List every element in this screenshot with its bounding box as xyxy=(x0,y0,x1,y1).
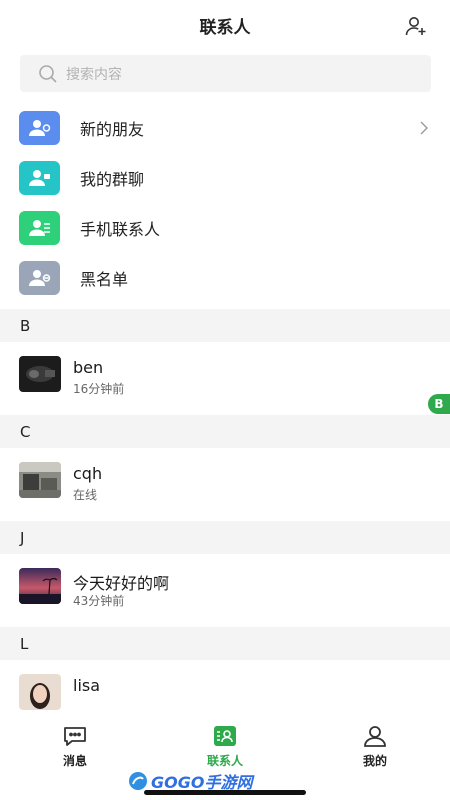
message-icon xyxy=(64,727,86,746)
search-input[interactable]: 搜索内容 xyxy=(20,55,431,92)
group-chat-icon xyxy=(19,161,60,195)
contact-name: 今天好好的啊 xyxy=(73,574,170,593)
menu-label: 手机联系人 xyxy=(80,220,161,239)
contact-status: 16分钟前 xyxy=(73,382,125,396)
section-letter: B xyxy=(20,316,31,335)
menu-item-group-chats[interactable]: 我的群聊 xyxy=(0,153,450,203)
contact-row[interactable]: lisa xyxy=(0,660,450,716)
contact-menu: 新的朋友 我的群聊 手机联系人 黑名单 xyxy=(0,103,450,303)
contact-name: cqh xyxy=(73,464,103,483)
top-bar: 联系人 xyxy=(0,0,450,50)
contact-row[interactable]: 今天好好的啊 43分钟前 xyxy=(0,554,450,627)
contact-status: 在线 xyxy=(73,488,98,502)
menu-item-new-friends[interactable]: 新的朋友 xyxy=(0,103,450,153)
tab-label: 消息 xyxy=(62,754,87,768)
section-letter: J xyxy=(20,528,25,547)
avatar xyxy=(19,356,61,392)
section-header-b: B xyxy=(0,309,450,342)
section-header-j: J xyxy=(0,521,450,554)
section-header-l: L xyxy=(0,627,450,660)
contact-name: ben xyxy=(73,358,104,377)
avatar xyxy=(19,568,61,604)
contact-name: lisa xyxy=(73,676,101,695)
search-icon xyxy=(39,64,57,83)
section-letter: L xyxy=(20,634,29,653)
menu-item-phone-contacts[interactable]: 手机联系人 xyxy=(0,203,450,253)
home-indicator xyxy=(144,790,306,795)
add-contact-icon[interactable] xyxy=(404,14,428,38)
search-placeholder: 搜索内容 xyxy=(66,66,122,83)
index-badge-letter: B xyxy=(434,397,444,411)
profile-icon xyxy=(364,726,386,747)
menu-item-blacklist[interactable]: 黑名单 xyxy=(0,253,450,303)
index-badge[interactable]: B xyxy=(428,394,450,414)
chevron-right-icon xyxy=(420,121,428,135)
menu-label: 我的群聊 xyxy=(80,170,145,189)
avatar xyxy=(19,674,61,710)
contacts-icon xyxy=(214,726,236,746)
add-friend-icon xyxy=(19,111,60,145)
section-header-c: C xyxy=(0,415,450,448)
contact-row[interactable]: cqh 在线 xyxy=(0,448,450,521)
blacklist-icon xyxy=(19,261,60,295)
avatar xyxy=(19,462,61,498)
phone-contacts-icon xyxy=(19,211,60,245)
menu-label: 新的朋友 xyxy=(80,120,145,139)
page-title: 联系人 xyxy=(199,17,251,38)
gogo-logo-icon xyxy=(129,772,147,790)
section-letter: C xyxy=(20,422,31,441)
contact-row[interactable]: ben 16分钟前 xyxy=(0,342,450,415)
tab-label: 我的 xyxy=(362,754,387,768)
contact-status: 43分钟前 xyxy=(73,594,125,608)
menu-label: 黑名单 xyxy=(80,270,129,289)
tab-profile[interactable]: 我的 xyxy=(300,716,450,776)
